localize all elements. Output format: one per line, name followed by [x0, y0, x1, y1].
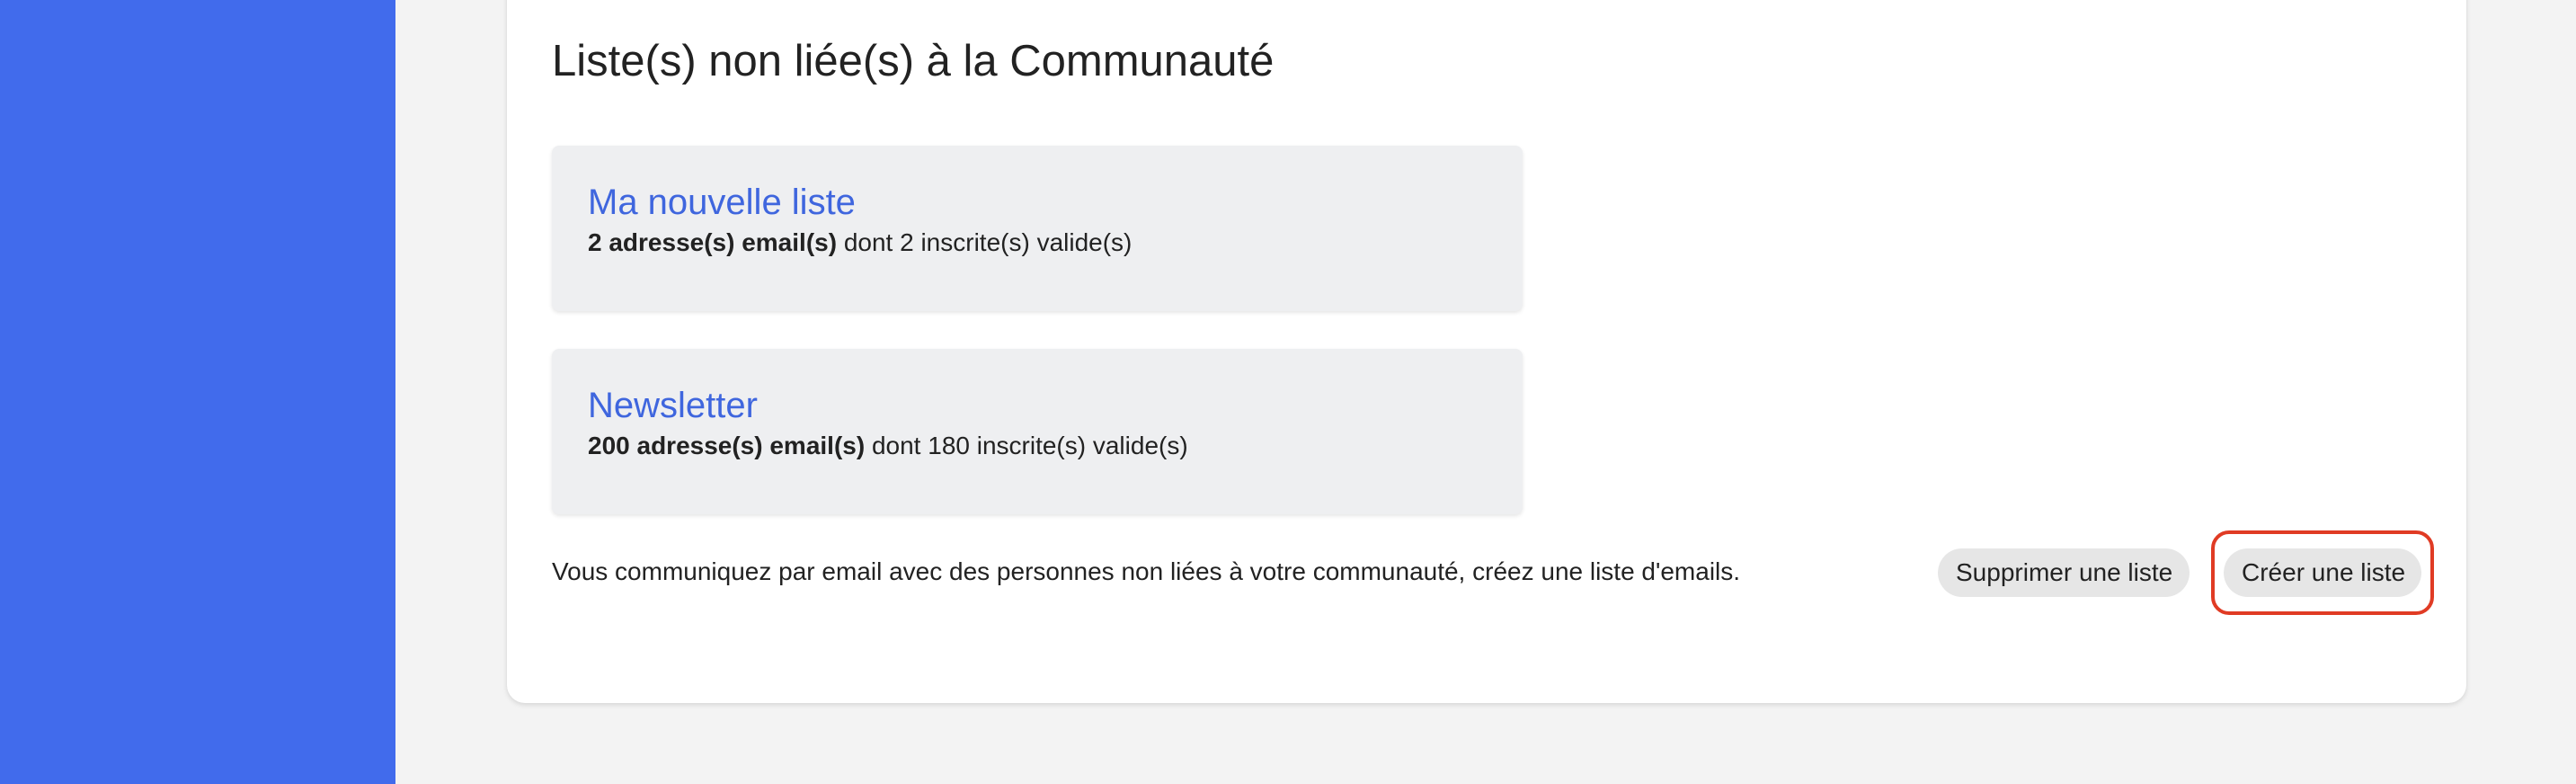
list-card: Newsletter 200 adresse(s) email(s) dont … — [552, 349, 1523, 514]
info-text: Vous communiquez par email avec des pers… — [552, 557, 1741, 585]
sidebar — [0, 0, 395, 784]
section-title: Liste(s) non liée(s) à la Communauté — [552, 37, 1275, 85]
list-email-count: 200 adresse(s) email(s) — [588, 432, 866, 459]
create-list-button[interactable]: Créer une liste — [2224, 548, 2421, 597]
list-email-count: 2 adresse(s) email(s) — [588, 228, 838, 256]
list-stats: 200 adresse(s) email(s) dont 180 inscrit… — [588, 430, 1487, 462]
list-name-link[interactable]: Ma nouvelle liste — [588, 180, 1487, 225]
list-stats: 2 adresse(s) email(s) dont 2 inscrite(s)… — [588, 227, 1487, 259]
list-card: Ma nouvelle liste 2 adresse(s) email(s) … — [552, 146, 1523, 311]
list-name-link[interactable]: Newsletter — [588, 383, 1487, 428]
delete-list-button[interactable]: Supprimer une liste — [1938, 548, 2190, 597]
list-valid-count: dont 2 inscrite(s) valide(s) — [837, 228, 1133, 256]
list-valid-count: dont 180 inscrite(s) valide(s) — [865, 432, 1188, 459]
